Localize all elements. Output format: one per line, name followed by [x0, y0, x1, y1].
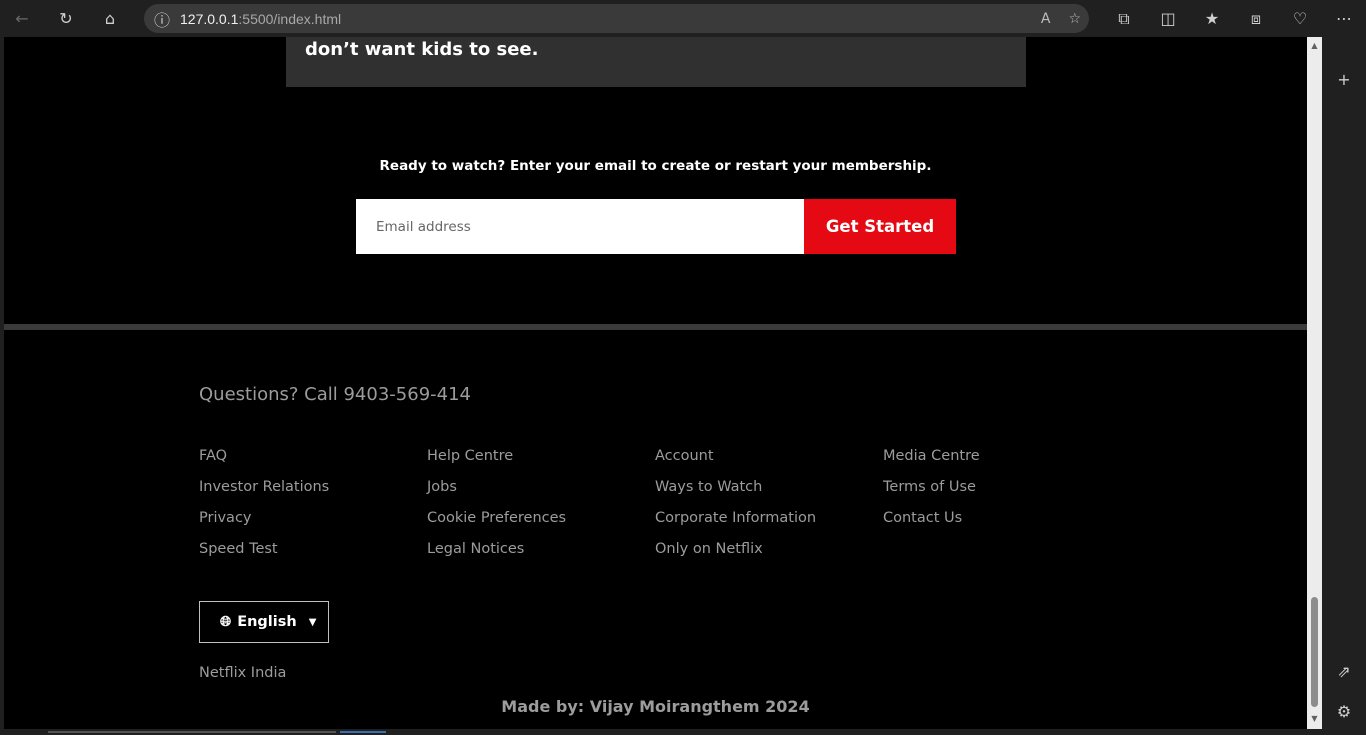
faq-answer-box: don’t want kids to see. — [286, 37, 1026, 87]
favorites-icon[interactable]: ★ — [1190, 0, 1234, 37]
footer-link-media-centre[interactable]: Media Centre — [883, 447, 1111, 466]
scroll-down-icon[interactable]: ▼ — [1310, 714, 1319, 723]
extensions-icon[interactable]: ⧉ — [1102, 0, 1146, 37]
split-screen-icon[interactable]: ◫ — [1146, 0, 1190, 37]
back-icon[interactable]: ← — [0, 0, 44, 37]
collections-icon[interactable]: ⧈ — [1234, 0, 1278, 37]
external-link-icon[interactable]: ⇗ — [1322, 657, 1366, 685]
add-icon[interactable]: + — [1322, 65, 1366, 93]
footer-link-jobs[interactable]: Jobs — [427, 478, 655, 497]
made-by-credit: Made by: Vijay Moirangthem 2024 — [501, 697, 810, 716]
url-text[interactable]: 127.0.0.1:5500/index.html — [180, 11, 341, 27]
browser-health-icon[interactable]: ♡ — [1278, 0, 1322, 37]
home-icon[interactable]: ⌂ — [88, 0, 132, 37]
taskbar-indicator — [48, 731, 336, 733]
edge-sidebar: + ⇗ ⚙ — [1322, 37, 1366, 735]
footer-links: FAQ Help Centre Account Media Centre Inv… — [199, 447, 1111, 559]
footer-link-ways-to-watch[interactable]: Ways to Watch — [655, 478, 883, 497]
caret-down-icon: ▼ — [308, 616, 317, 628]
browser-toolbar: ← ↻ ⌂ ⓘ 127.0.0.1:5500/index.html A ☆ ⧉ … — [0, 0, 1366, 37]
more-menu-icon[interactable]: ⋯ — [1322, 0, 1366, 37]
footer-link-only-on-netflix[interactable]: Only on Netflix — [655, 540, 883, 559]
scroll-up-icon[interactable]: ▲ — [1310, 41, 1319, 50]
footer-link-account[interactable]: Account — [655, 447, 883, 466]
url-path: :5500/index.html — [238, 10, 342, 27]
globe-icon: 🌐︎ — [220, 614, 232, 630]
favorite-star-icon[interactable]: ☆ — [1068, 11, 1081, 27]
footer-link-faq[interactable]: FAQ — [199, 447, 427, 466]
footer-link-cookie-preferences[interactable]: Cookie Preferences — [427, 509, 655, 528]
page-viewport: don’t want kids to see. Ready to watch? … — [4, 37, 1307, 729]
language-selector[interactable]: 🌐︎ English ▼ — [199, 601, 329, 643]
read-aloud-icon[interactable]: A — [1041, 11, 1051, 27]
url-host: 127.0.0.1 — [180, 10, 239, 27]
taskbar-indicator-active — [340, 731, 386, 733]
footer-link-corporate-information[interactable]: Corporate Information — [655, 509, 883, 528]
get-started-button[interactable]: Get Started — [804, 199, 956, 254]
section-divider — [4, 324, 1307, 330]
contact-phone-text: Questions? Call 9403-569-414 — [199, 384, 471, 405]
footer-link-help-centre[interactable]: Help Centre — [427, 447, 655, 466]
settings-icon[interactable]: ⚙ — [1322, 697, 1366, 725]
language-label: English — [237, 614, 297, 630]
email-input[interactable] — [356, 199, 804, 254]
bottom-strip — [0, 729, 1322, 735]
footer-link-privacy[interactable]: Privacy — [199, 509, 427, 528]
footer-link-speed-test[interactable]: Speed Test — [199, 540, 427, 559]
page-scrollbar[interactable]: ▲ ▼ — [1307, 37, 1322, 729]
footer-link-investor-relations[interactable]: Investor Relations — [199, 478, 427, 497]
faq-answer-text: don’t want kids to see. — [305, 39, 539, 60]
site-info-icon[interactable]: ⓘ — [144, 7, 180, 31]
email-signup-form: Get Started — [356, 199, 956, 254]
footer-link-terms-of-use[interactable]: Terms of Use — [883, 478, 1111, 497]
address-bar[interactable]: ⓘ 127.0.0.1:5500/index.html A ☆ — [144, 4, 1089, 33]
footer-link-contact-us[interactable]: Contact Us — [883, 509, 1111, 528]
footer-link-legal-notices[interactable]: Legal Notices — [427, 540, 655, 559]
ready-to-watch-text: Ready to watch? Enter your email to crea… — [379, 158, 932, 174]
refresh-icon[interactable]: ↻ — [44, 0, 88, 37]
country-text: Netflix India — [199, 665, 287, 681]
scrollbar-thumb[interactable] — [1311, 597, 1318, 707]
